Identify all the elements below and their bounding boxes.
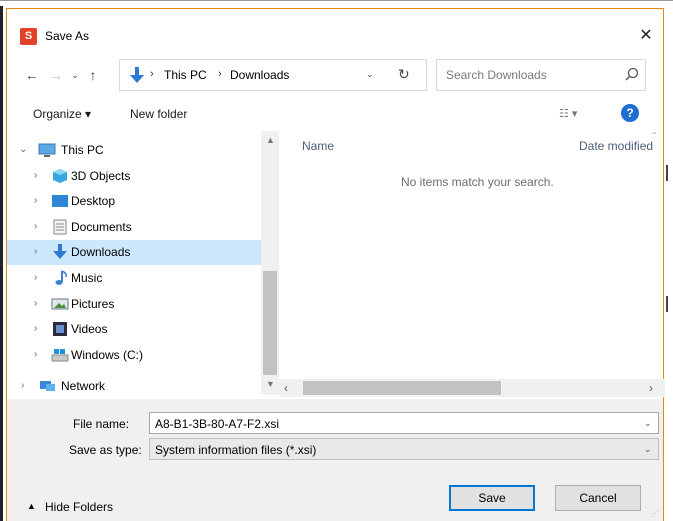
hide-folders-label: Hide Folders	[45, 500, 114, 514]
videos-icon	[53, 322, 67, 336]
chevron-right-icon[interactable]: ›	[34, 170, 37, 181]
search-placeholder: Search Downloads	[446, 68, 547, 82]
tree-item-label: Network	[61, 379, 106, 393]
tree-item-label: Videos	[71, 322, 108, 336]
tree-item-label: Music	[71, 271, 103, 285]
scroll-up-icon[interactable]: ▲	[266, 135, 275, 145]
chevron-right-icon[interactable]: ›	[21, 380, 24, 391]
tree-item-label: Downloads	[71, 245, 131, 259]
forward-button[interactable]: →	[47, 65, 65, 85]
search-icon	[625, 67, 639, 81]
help-icon[interactable]: ?	[621, 104, 639, 122]
window-title: Save As	[45, 29, 90, 43]
drive-icon	[51, 349, 69, 362]
address-row: ← → ⌄ ↑ › This PC › Downloads ⌄ ↻ Search…	[7, 55, 663, 95]
parent-window-divider	[666, 296, 668, 312]
tree-item-label: This PC	[61, 143, 104, 157]
chevron-right-icon[interactable]: ›	[34, 298, 37, 309]
chevron-down-icon[interactable]: ⌄	[644, 418, 652, 429]
breadcrumb-separator[interactable]: ›	[218, 68, 222, 80]
downloads-arrow-icon	[130, 67, 144, 83]
documents-icon	[53, 219, 67, 235]
file-name-value: A8-B1-3B-80-A7-F2.xsi	[155, 417, 280, 431]
close-button[interactable]: ✕	[631, 24, 661, 48]
chevron-right-icon[interactable]: ›	[34, 195, 37, 206]
parent-window-edge	[0, 0, 3, 521]
address-bar[interactable]: › This PC › Downloads ⌄ ↻	[119, 59, 427, 91]
navigation-pane: ⌄ This PC › 3D Objects › Desktop › Docum…	[7, 131, 279, 395]
chevron-right-icon[interactable]: ›	[34, 246, 37, 257]
this-pc-icon	[38, 143, 56, 157]
chevron-right-icon[interactable]: ›	[34, 323, 37, 334]
pictures-icon	[51, 298, 69, 310]
downloads-icon	[53, 244, 67, 259]
save-type-value: System information files (*.xsi)	[155, 443, 317, 457]
file-name-field[interactable]: A8-B1-3B-80-A7-F2.xsi ⌄	[149, 412, 659, 434]
tree-item-label: Pictures	[71, 297, 115, 311]
tree-item-label: Documents	[71, 220, 132, 234]
desktop-icon	[52, 195, 68, 207]
tree-item-documents[interactable]: › Documents	[7, 215, 261, 240]
up-button[interactable]: ↑	[84, 65, 102, 85]
column-header-name[interactable]: Name	[302, 139, 334, 153]
save-button[interactable]: Save	[449, 485, 535, 511]
app-icon: S	[20, 28, 37, 45]
parent-window-divider	[666, 165, 668, 181]
search-input[interactable]: Search Downloads	[436, 59, 646, 91]
save-type-label: Save as type:	[69, 443, 142, 457]
scroll-right-icon[interactable]: ›	[649, 381, 653, 395]
recent-locations-button[interactable]: ⌄	[68, 65, 82, 85]
file-list: ⌃ Name Date modified No items match your…	[279, 131, 665, 397]
refresh-button[interactable]: ↻	[398, 66, 410, 83]
navigation-scrollbar[interactable]: ▲ ▼	[261, 131, 279, 395]
tree-item-downloads[interactable]: › Downloads	[7, 240, 261, 265]
organize-button[interactable]: Organize ▾	[33, 107, 91, 121]
tree-item-label: Windows (C:)	[71, 348, 144, 362]
cancel-button[interactable]: Cancel	[555, 485, 641, 511]
scrollbar-thumb[interactable]	[303, 381, 501, 395]
view-options-button[interactable]: ☷ ▾	[559, 107, 577, 120]
chevron-down-icon[interactable]: ⌄	[19, 144, 27, 155]
scroll-down-icon[interactable]: ▼	[266, 379, 275, 389]
new-folder-button[interactable]: New folder	[130, 107, 187, 121]
address-dropdown-button[interactable]: ⌄	[366, 69, 374, 80]
command-bar: Organize ▾ New folder ☷ ▾ ?	[7, 101, 663, 129]
tree-item-this-pc[interactable]: ⌄ This PC	[7, 138, 261, 163]
back-button[interactable]: ←	[23, 65, 41, 85]
scroll-left-icon[interactable]: ‹	[284, 381, 288, 395]
save-form: File name: A8-B1-3B-80-A7-F2.xsi ⌄ Save …	[7, 399, 663, 521]
chevron-right-icon[interactable]: ›	[34, 349, 37, 360]
chevron-right-icon[interactable]: ›	[34, 221, 37, 232]
tree-item-label: Desktop	[71, 194, 116, 208]
chevron-up-icon: ▲	[27, 501, 36, 511]
tree-item-3d-objects[interactable]: › 3D Objects	[7, 164, 261, 189]
save-as-dialog: S Save As ✕ ← → ⌄ ↑ › This PC › Download…	[6, 8, 665, 521]
save-type-select[interactable]: System information files (*.xsi) ⌄	[149, 438, 659, 460]
tree-item-label: 3D Objects	[71, 169, 131, 183]
breadcrumb-downloads[interactable]: Downloads	[230, 68, 289, 82]
parent-window-top	[0, 0, 673, 6]
file-name-label: File name:	[73, 417, 130, 431]
chevron-down-icon[interactable]: ⌄	[644, 444, 652, 455]
title-bar: S Save As ✕	[7, 9, 663, 47]
network-icon	[40, 381, 55, 391]
tree-item-music[interactable]: › Music	[7, 266, 261, 291]
horizontal-scrollbar[interactable]: ‹ ›	[279, 379, 665, 397]
music-icon	[55, 270, 67, 285]
3d-objects-icon	[53, 169, 67, 183]
empty-message: No items match your search.	[401, 175, 554, 189]
tree-item-videos[interactable]: › Videos	[7, 317, 261, 342]
tree-item-pictures[interactable]: › Pictures	[7, 292, 261, 317]
breadcrumb-this-pc[interactable]: This PC	[164, 68, 207, 82]
tree-item-desktop[interactable]: › Desktop	[7, 189, 261, 214]
chevron-right-icon[interactable]: ›	[34, 272, 37, 283]
breadcrumb-separator[interactable]: ›	[150, 68, 154, 80]
column-header-date-modified[interactable]: Date modified	[579, 139, 653, 153]
scrollbar-thumb[interactable]	[263, 271, 277, 375]
tree-item-windows-c[interactable]: › Windows (C:)	[7, 343, 261, 368]
tree-item-network[interactable]: › Network	[7, 378, 261, 396]
resize-grip-icon[interactable]: ⋰	[651, 509, 663, 521]
